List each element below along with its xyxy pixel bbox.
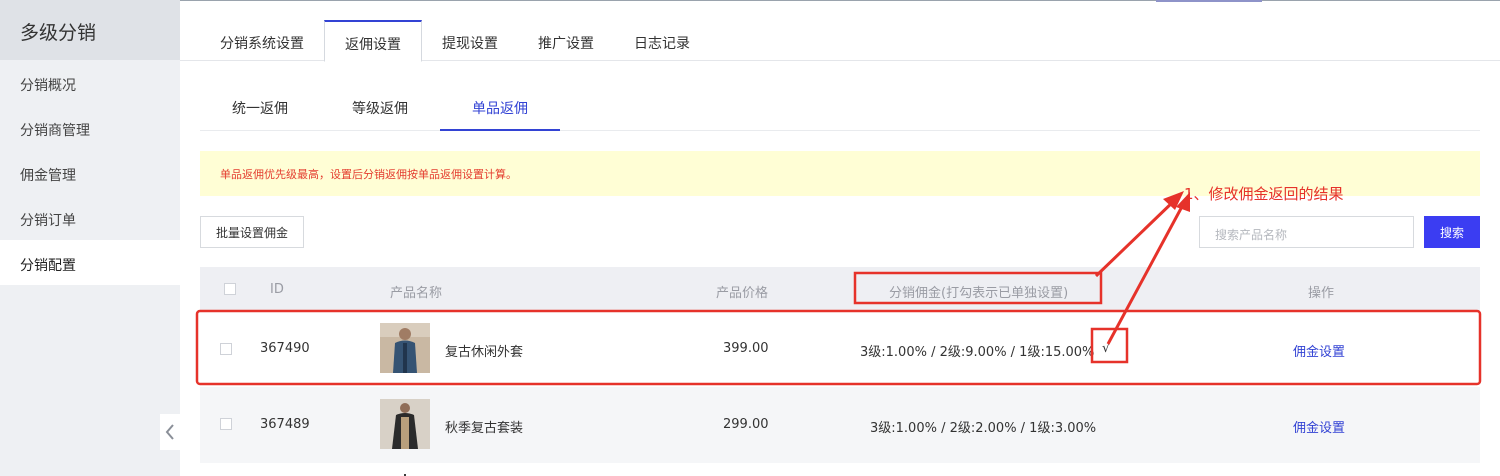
subtab-product-rebate[interactable]: 单品返佣 [440,85,560,131]
annotation-note: 1、修改佣金返回的结果 [1184,185,1344,203]
header-product-name: 产品名称 [390,286,443,301]
top-accent-bar [1156,0,1262,2]
row-price: 299.00 [723,417,769,432]
sidebar-item-orders[interactable]: 分销订单 [0,195,180,240]
custom-set-check-mark: √ [1102,341,1111,356]
select-all-checkbox[interactable] [224,283,236,295]
table-header: ID 产品名称 产品价格 分销佣金(打勾表示已单独设置) 操作 [200,267,1480,311]
row-price: 399.00 [723,341,769,356]
tab-rebate-settings[interactable]: 返佣设置 [324,20,422,62]
tab-system-settings[interactable]: 分销系统设置 [200,20,324,61]
commission-settings-link[interactable]: 佣金设置 [1293,341,1345,360]
annotation-arrow-line [1094,197,1178,278]
sidebar-item-config[interactable]: 分销配置 [0,240,180,285]
header-action: 操作 [1308,286,1335,301]
row-id: 367489 [260,417,310,432]
header-price: 产品价格 [716,286,769,301]
product-thumbnail [380,399,430,449]
row-product-name: 复古休闲外套 [445,345,524,360]
table-row [200,463,1480,476]
row-commission: 3级:1.00% / 2级:2.00% / 1级:3.00% [870,421,1097,436]
tab-promotion-settings[interactable]: 推广设置 [518,20,614,61]
sidebar-title: 多级分销 [0,0,180,60]
sidebar-item-commission[interactable]: 佣金管理 [0,150,180,195]
row-product-name: 秋季复古套装 [445,421,524,436]
row-checkbox[interactable] [220,343,232,355]
table-row: 367489 秋季复古套装 299.00 3级:1.00% / 2级:2.00%… [200,387,1480,463]
top-border [180,0,1500,1]
sidebar-item-overview[interactable]: 分销概况 [0,60,180,105]
batch-set-commission-button[interactable]: 批量设置佣金 [200,216,304,248]
sidebar: 多级分销 分销概况 分销商管理 佣金管理 分销订单 分销配置 [0,0,180,476]
subtab-unified-rebate[interactable]: 统一返佣 [200,85,320,131]
product-thumbnail [380,323,430,373]
search-input[interactable]: 搜索产品名称 [1199,216,1414,248]
row-commission: 3级:1.00% / 2级:9.00% / 1级:15.00% [860,345,1095,360]
sub-tabs: 统一返佣 等级返佣 单品返佣 [200,85,1480,131]
main-tabs: 分销系统设置 返佣设置 提现设置 推广设置 日志记录 [180,20,1500,62]
header-commission: 分销佣金(打勾表示已单独设置) [889,286,1069,301]
tab-withdraw-settings[interactable]: 提现设置 [422,20,518,61]
row-id: 367490 [260,341,310,356]
search-button[interactable]: 搜索 [1424,216,1480,248]
row-checkbox[interactable] [220,418,232,430]
chevron-left-icon [165,424,174,440]
subtab-level-rebate[interactable]: 等级返佣 [320,85,440,131]
table-row: 367490 复古休闲外套 399.00 3级:1.00% / 2级:9.00%… [200,311,1480,387]
app-root: 多级分销 分销概况 分销商管理 佣金管理 分销订单 分销配置 分销系统设置 返佣… [0,0,1500,476]
tab-log-records[interactable]: 日志记录 [614,20,710,61]
sidebar-collapse-button[interactable] [160,414,180,450]
header-id: ID [270,282,284,297]
commission-settings-link[interactable]: 佣金设置 [1293,417,1345,436]
sidebar-item-distributors[interactable]: 分销商管理 [0,105,180,150]
